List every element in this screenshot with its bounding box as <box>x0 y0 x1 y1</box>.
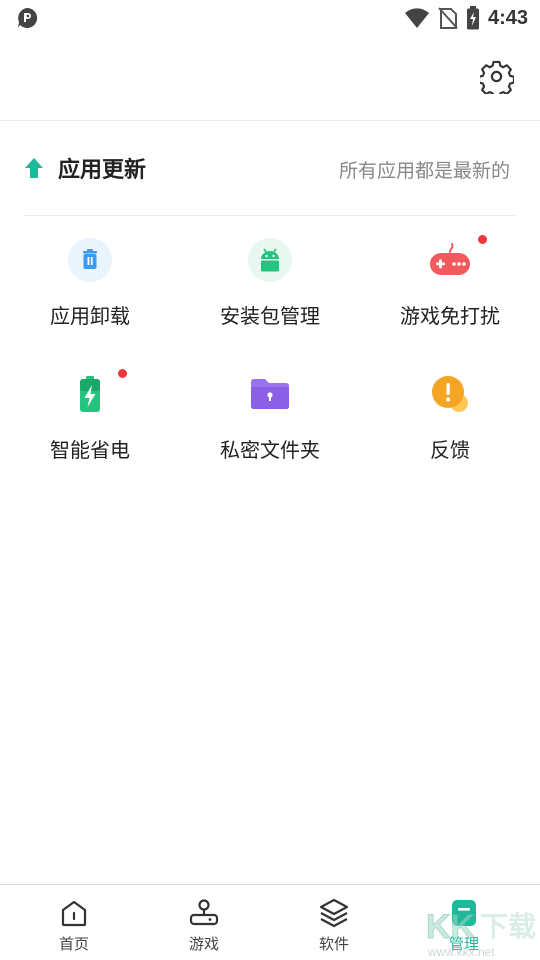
tool-app-uninstall[interactable]: 应用卸载 <box>0 226 180 346</box>
notification-badge <box>478 235 487 244</box>
gamepad-icon <box>428 238 472 282</box>
notification-badge <box>118 369 127 378</box>
tool-label: 安装包管理 <box>220 304 320 328</box>
status-bar: 4:43 <box>0 0 540 36</box>
nav-games[interactable]: 游戏 <box>139 885 269 960</box>
arrow-up-icon <box>25 158 43 178</box>
nav-label: 首页 <box>58 935 89 953</box>
nav-software[interactable]: 软件 <box>269 885 399 960</box>
app-update-row[interactable]: 应用更新 所有应用都是最新的 <box>24 140 516 216</box>
header <box>0 36 540 121</box>
tool-label: 应用卸载 <box>50 304 130 328</box>
home-icon <box>61 900 87 927</box>
no-sim-icon <box>438 7 458 29</box>
locked-folder-icon <box>248 372 292 416</box>
tool-label: 智能省电 <box>50 438 130 462</box>
svg-text:www.kkx.net: www.kkx.net <box>427 945 495 959</box>
watermark-logo: KK 下载 www.kkx.net <box>426 908 537 960</box>
status-time: 4:43 <box>487 6 528 29</box>
app-update-title: 应用更新 <box>58 158 147 183</box>
tool-label: 游戏免打扰 <box>400 304 500 328</box>
tool-label: 反馈 <box>430 438 470 462</box>
svg-text:KK: KK <box>426 908 476 946</box>
nav-label: 游戏 <box>188 935 219 953</box>
joystick-icon <box>189 899 219 926</box>
settings-gear-icon[interactable] <box>480 60 514 94</box>
battery-icon <box>68 372 112 416</box>
tool-package-manager[interactable]: 安装包管理 <box>180 226 360 346</box>
layers-icon <box>319 898 349 928</box>
tool-feedback[interactable]: 反馈 <box>360 360 540 480</box>
tool-game-do-not-disturb[interactable]: 游戏免打扰 <box>360 226 540 346</box>
nav-label: 软件 <box>318 935 349 953</box>
android-package-icon <box>248 238 292 282</box>
app-notification-icon <box>18 7 38 28</box>
battery-charging-icon <box>466 6 479 30</box>
tool-label: 私密文件夹 <box>220 438 320 462</box>
svg-text:下载: 下载 <box>480 910 536 943</box>
app-update-status: 所有应用都是最新的 <box>338 160 510 182</box>
tool-smart-power-saving[interactable]: 智能省电 <box>0 360 180 480</box>
wifi-icon <box>404 8 429 28</box>
nav-home[interactable]: 首页 <box>9 885 139 960</box>
tool-private-folder[interactable]: 私密文件夹 <box>180 360 360 480</box>
feedback-icon <box>428 372 472 416</box>
trash-icon <box>68 238 112 282</box>
